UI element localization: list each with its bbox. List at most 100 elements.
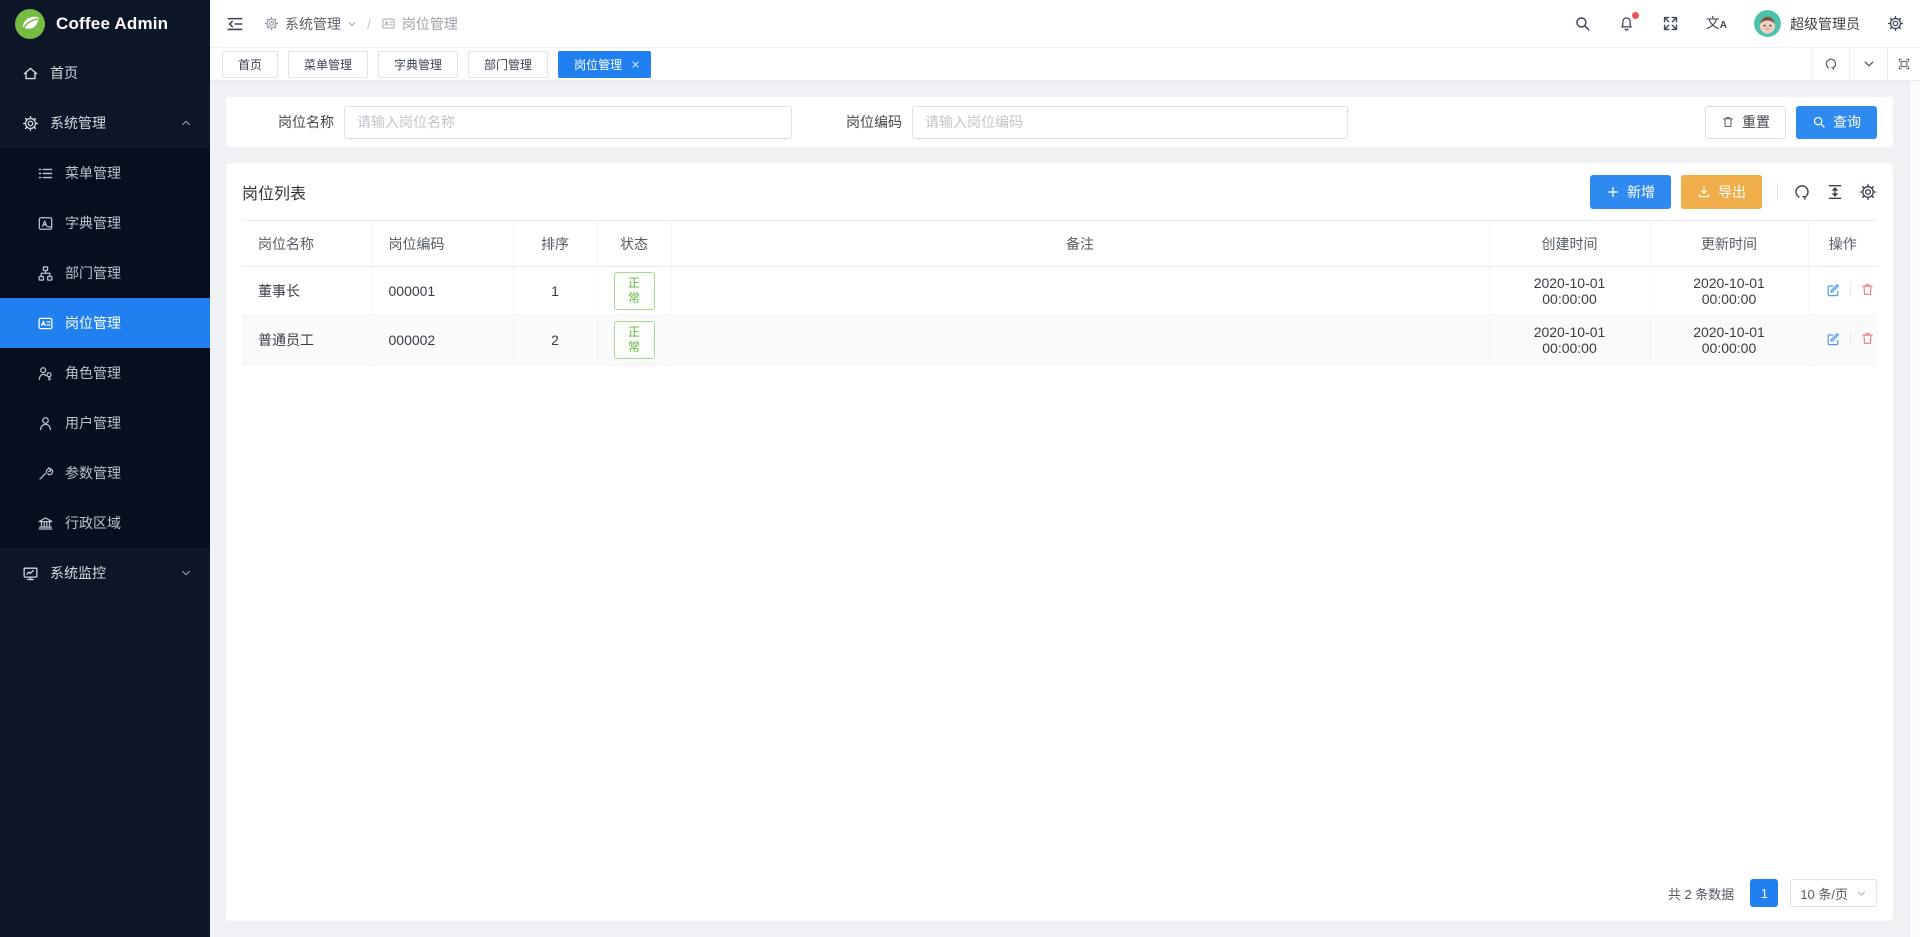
sidebar-item-dict-mgmt[interactable]: 字典管理 — [0, 198, 210, 248]
add-button[interactable]: 新增 — [1590, 175, 1671, 209]
tab-dict-mgmt[interactable]: 字典管理 — [378, 51, 458, 78]
notifications-button[interactable] — [1618, 15, 1635, 32]
col-remark: 备注 — [671, 221, 1489, 267]
chevron-down-icon — [1862, 57, 1876, 71]
cell-actions — [1808, 267, 1877, 316]
topbar: 系统管理 / 岗位管理 文A 超级管理员 — [210, 0, 1920, 48]
cell-actions — [1808, 316, 1877, 365]
breadcrumb-section[interactable]: 系统管理 — [264, 14, 357, 34]
sidebar-item-user-mgmt[interactable]: 用户管理 — [0, 398, 210, 448]
tab-menu-mgmt[interactable]: 菜单管理 — [288, 51, 368, 78]
sidebar-item-label: 行政区域 — [65, 513, 121, 533]
delete-icon[interactable] — [1860, 282, 1875, 297]
cell-sort: 2 — [513, 316, 597, 365]
role-key-icon — [37, 365, 54, 382]
pagination: 共 2 条数据 1 10 条/页 — [242, 867, 1877, 921]
sidebar-item-param-mgmt[interactable]: 参数管理 — [0, 448, 210, 498]
settings-gear-icon[interactable] — [1887, 15, 1904, 32]
refresh-icon[interactable] — [1793, 183, 1811, 201]
export-button[interactable]: 导出 — [1681, 175, 1762, 209]
tab-label: 部门管理 — [484, 56, 532, 73]
org-tree-icon — [37, 265, 54, 282]
sidebar-item-menu-mgmt[interactable]: 菜单管理 — [0, 148, 210, 198]
reset-button[interactable]: 重置 — [1705, 106, 1786, 139]
tab-close-icon[interactable] — [631, 60, 640, 69]
sidebar-item-home[interactable]: 首页 — [0, 48, 210, 98]
tabbar: 首页 菜单管理 字典管理 部门管理 岗位管理 — [210, 48, 1920, 81]
sidebar-item-label: 部门管理 — [65, 263, 121, 283]
page-size-select[interactable]: 10 条/页 — [1790, 879, 1877, 907]
post-code-label: 岗位编码 — [810, 112, 902, 132]
status-badge: 正常 — [614, 272, 655, 310]
sidebar-group-monitor[interactable]: 系统监控 — [0, 548, 210, 598]
delete-icon[interactable] — [1860, 331, 1875, 346]
cell-updated: 2020-10-01 00:00:00 — [1650, 316, 1808, 365]
sidebar-item-label: 参数管理 — [65, 463, 121, 483]
sidebar-item-post-mgmt[interactable]: 岗位管理 — [0, 298, 210, 348]
col-post-code: 岗位编码 — [372, 221, 513, 267]
table-row: 普通员工 000002 2 正常 2020-10-01 00:00:00 202… — [242, 316, 1877, 365]
tab-controls — [1811, 48, 1920, 80]
reset-label: 重置 — [1742, 112, 1770, 132]
sidebar-item-label: 用户管理 — [65, 413, 121, 433]
sidebar-group-system[interactable]: 系统管理 — [0, 98, 210, 148]
breadcrumb-page-label: 岗位管理 — [402, 14, 458, 34]
divider — [1850, 332, 1851, 345]
chevron-down-icon — [347, 19, 357, 29]
card-title: 岗位列表 — [242, 180, 306, 204]
edit-icon[interactable] — [1825, 282, 1841, 298]
search-icon[interactable] — [1574, 15, 1591, 32]
tab-label: 菜单管理 — [304, 56, 352, 73]
row-height-icon[interactable] — [1826, 183, 1844, 201]
tab-home[interactable]: 首页 — [222, 51, 278, 78]
post-name-input[interactable] — [344, 106, 792, 139]
add-label: 新增 — [1627, 182, 1655, 202]
table-header-row: 岗位名称 岗位编码 排序 状态 备注 创建时间 更新时间 操作 — [242, 221, 1877, 267]
sidebar-item-label: 字典管理 — [65, 213, 121, 233]
refresh-tab-button[interactable] — [1811, 48, 1849, 80]
tab-post-mgmt[interactable]: 岗位管理 — [558, 51, 651, 78]
fullscreen-icon[interactable] — [1662, 15, 1679, 32]
tab-label: 岗位管理 — [574, 56, 622, 73]
cell-remark — [671, 267, 1489, 316]
sidebar-item-region[interactable]: 行政区域 — [0, 498, 210, 548]
language-switch-icon[interactable]: 文A — [1706, 16, 1727, 31]
wrench-icon — [37, 465, 54, 482]
sidebar: Coffee Admin 首页 系统管理 菜单管理 字典管理 部门管理 岗位管理… — [0, 0, 210, 937]
post-code-input[interactable] — [912, 106, 1348, 139]
cell-updated: 2020-10-01 00:00:00 — [1650, 267, 1808, 316]
plus-icon — [1606, 185, 1620, 199]
cell-created: 2020-10-01 00:00:00 — [1489, 316, 1650, 365]
edit-icon[interactable] — [1825, 331, 1841, 347]
post-name-label: 岗位名称 — [242, 112, 334, 132]
search-form-card: 岗位名称 岗位编码 重置 查询 — [226, 97, 1893, 147]
sidebar-item-role-mgmt[interactable]: 角色管理 — [0, 348, 210, 398]
tab-label: 字典管理 — [394, 56, 442, 73]
maximize-content-button[interactable] — [1887, 48, 1920, 80]
query-button[interactable]: 查询 — [1796, 106, 1877, 139]
cell-post-name: 普通员工 — [242, 316, 372, 365]
cell-status: 正常 — [597, 267, 671, 316]
query-label: 查询 — [1833, 112, 1861, 132]
divider — [1850, 283, 1851, 296]
scrollbar-track[interactable] — [1909, 81, 1920, 937]
status-badge: 正常 — [614, 321, 655, 359]
user-icon — [37, 415, 54, 432]
list-icon — [37, 165, 54, 182]
collapse-sidebar-icon[interactable] — [226, 15, 244, 33]
topbar-actions: 文A 超级管理员 — [1574, 10, 1904, 37]
card-header-actions: 新增 导出 — [1590, 175, 1877, 209]
app-logo[interactable]: Coffee Admin — [0, 0, 210, 48]
cell-post-name: 董事长 — [242, 267, 372, 316]
download-icon — [1697, 185, 1711, 199]
breadcrumb-section-label: 系统管理 — [285, 14, 341, 34]
sidebar-group-label: 系统管理 — [50, 113, 106, 133]
card-header: 岗位列表 新增 导出 — [242, 163, 1877, 220]
pagination-page-1[interactable]: 1 — [1750, 879, 1778, 907]
tab-options-button[interactable] — [1849, 48, 1887, 80]
tab-dept-mgmt[interactable]: 部门管理 — [468, 51, 548, 78]
user-menu[interactable]: 超级管理员 — [1754, 10, 1860, 37]
chevron-down-icon — [180, 567, 192, 579]
table-settings-gear-icon[interactable] — [1859, 183, 1877, 201]
sidebar-item-dept-mgmt[interactable]: 部门管理 — [0, 248, 210, 298]
